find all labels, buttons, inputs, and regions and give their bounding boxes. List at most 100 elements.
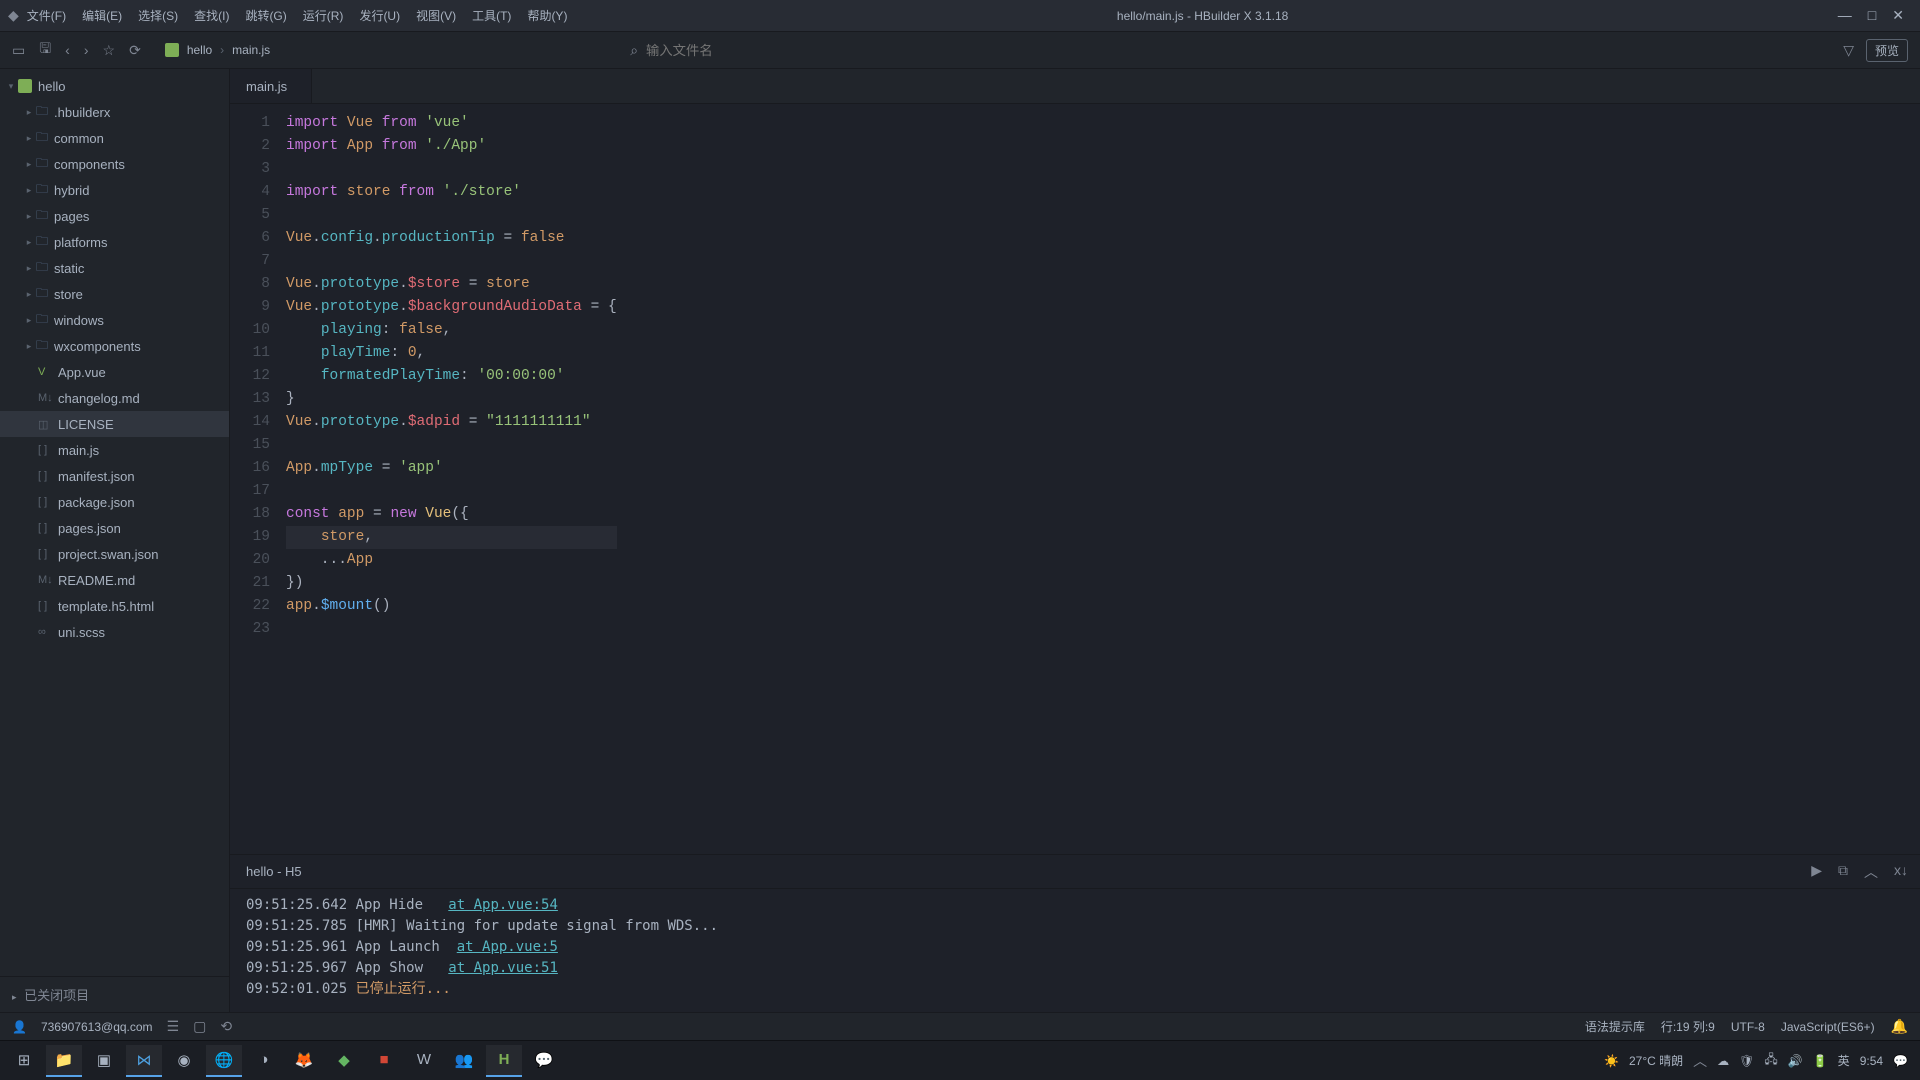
folder-hybrid[interactable]: ▸🗀hybrid [0, 177, 229, 203]
file-template.h5.html[interactable]: [ ]template.h5.html [0, 593, 229, 619]
app-chrome[interactable]: ◉ [166, 1045, 202, 1077]
app-firefox[interactable]: 🦊 [286, 1045, 322, 1077]
menu-select[interactable]: 选择(S) [130, 0, 186, 32]
menu-help[interactable]: 帮助(Y) [519, 0, 575, 32]
chevron-right-icon[interactable]: ▸ [22, 159, 36, 170]
menu-edit[interactable]: 编辑(E) [74, 0, 130, 32]
chevron-down-icon[interactable]: ▾ [4, 81, 18, 92]
folder-pages[interactable]: ▸🗀pages [0, 203, 229, 229]
app-red[interactable]: ■ [366, 1045, 402, 1077]
app-green[interactable]: ◆ [326, 1045, 362, 1077]
back-icon[interactable]: ‹ [65, 42, 70, 58]
minimize-button[interactable]: — [1838, 7, 1852, 24]
folder-.hbuilderx[interactable]: ▸🗀.hbuilderx [0, 99, 229, 125]
terminal-icon[interactable]: ▢ [193, 1018, 206, 1035]
user-email[interactable]: 736907613@qq.com [41, 1020, 153, 1034]
folder-store[interactable]: ▸🗀store [0, 281, 229, 307]
project-root[interactable]: ▾ hello [0, 73, 229, 99]
app-vscode[interactable]: ⋈ [126, 1045, 162, 1077]
folder-platforms[interactable]: ▸🗀platforms [0, 229, 229, 255]
app-terminal[interactable]: ▣ [86, 1045, 122, 1077]
app-word[interactable]: W [406, 1045, 442, 1077]
breadcrumb-root[interactable]: hello [187, 43, 212, 57]
file-manifest.json[interactable]: [ ]manifest.json [0, 463, 229, 489]
close-button[interactable]: ✕ [1892, 7, 1904, 24]
code-content[interactable]: import Vue from 'vue'import App from './… [286, 104, 617, 854]
closed-projects[interactable]: ▸ 已关闭项目 [0, 976, 229, 1012]
app-chat[interactable]: 💬 [526, 1045, 562, 1077]
network-icon[interactable]: 🖧 [1764, 1050, 1777, 1071]
user-icon[interactable]: 👤 [12, 1020, 27, 1034]
app-edge[interactable]: 🌐 [206, 1045, 242, 1077]
file-tree[interactable]: ▾ hello ▸🗀.hbuilderx▸🗀common▸🗀components… [0, 69, 229, 976]
chevron-right-icon[interactable]: ▸ [22, 237, 36, 248]
file-main.js[interactable]: [ ]main.js [0, 437, 229, 463]
encoding[interactable]: UTF-8 [1731, 1020, 1765, 1034]
console-link[interactable]: at App.vue:54 [448, 897, 558, 913]
bell-icon[interactable]: 🔔 [1891, 1018, 1908, 1035]
cursor-position[interactable]: 行:19 列:9 [1661, 1018, 1715, 1035]
file-App.vue[interactable]: VApp.vue [0, 359, 229, 385]
filter-icon[interactable]: ▽ [1843, 42, 1854, 59]
notifications-icon[interactable]: 💬 [1893, 1054, 1908, 1068]
play-icon[interactable]: ▶ [1811, 862, 1822, 882]
menu-run[interactable]: 运行(R) [295, 0, 352, 32]
chevron-right-icon[interactable]: ▸ [22, 185, 36, 196]
chevron-up-icon[interactable]: ︿ [1864, 862, 1878, 882]
menu-goto[interactable]: 跳转(G) [237, 0, 294, 32]
file-uni.scss[interactable]: ∞uni.scss [0, 619, 229, 645]
chevron-right-icon[interactable]: ▸ [22, 289, 36, 300]
app-steam[interactable]: ◑ [246, 1045, 282, 1077]
file-changelog.md[interactable]: M↓changelog.md [0, 385, 229, 411]
file-LICENSE[interactable]: ◫LICENSE [0, 411, 229, 437]
ime-indicator[interactable]: 英 [1838, 1052, 1850, 1069]
tab-main-js[interactable]: main.js [230, 69, 312, 103]
clock[interactable]: 9:54 [1860, 1054, 1883, 1068]
chevron-right-icon[interactable]: ▸ [22, 315, 36, 326]
folder-static[interactable]: ▸🗀static [0, 255, 229, 281]
search-input[interactable] [646, 43, 846, 58]
start-button[interactable]: ⊞ [6, 1045, 42, 1077]
app-teams[interactable]: 👥 [446, 1045, 482, 1077]
refresh-icon[interactable]: ⟳ [129, 42, 141, 59]
console-output[interactable]: 09:51:25.642 App Hide at App.vue:5409:51… [230, 889, 1920, 1012]
file-README.md[interactable]: M↓README.md [0, 567, 229, 593]
folder-wxcomponents[interactable]: ▸🗀wxcomponents [0, 333, 229, 359]
menu-file[interactable]: 文件(F) [19, 0, 74, 32]
language-mode[interactable]: JavaScript(ES6+) [1781, 1020, 1875, 1034]
menu-find[interactable]: 查找(I) [186, 0, 237, 32]
security-icon[interactable]: 🛡 [1739, 1054, 1754, 1068]
menu-view[interactable]: 视图(V) [408, 0, 464, 32]
sync-icon[interactable]: ⟲ [220, 1018, 232, 1035]
list-icon[interactable]: ☰ [167, 1018, 180, 1035]
file-project.swan.json[interactable]: [ ]project.swan.json [0, 541, 229, 567]
maximize-button[interactable]: □ [1868, 7, 1876, 24]
weather-text[interactable]: 27°C 晴朗 [1629, 1052, 1683, 1069]
chevron-right-icon[interactable]: ▸ [22, 107, 36, 118]
close-panel-icon[interactable]: x↓ [1894, 862, 1908, 882]
file-pages.json[interactable]: [ ]pages.json [0, 515, 229, 541]
chevron-right-icon[interactable]: ▸ [22, 341, 36, 352]
syntax-hint[interactable]: 语法提示库 [1585, 1018, 1645, 1035]
volume-icon[interactable]: 🔊 [1788, 1054, 1803, 1068]
menu-tools[interactable]: 工具(T) [464, 0, 519, 32]
folder-components[interactable]: ▸🗀components [0, 151, 229, 177]
onedrive-icon[interactable]: ☁ [1717, 1054, 1729, 1068]
star-icon[interactable]: ☆ [103, 42, 116, 59]
chevron-right-icon[interactable]: ▸ [22, 263, 36, 274]
preview-button[interactable]: 预览 [1866, 39, 1908, 62]
app-hbuilder[interactable]: H [486, 1045, 522, 1077]
file-explorer[interactable]: 📁 [46, 1045, 82, 1077]
save-icon[interactable]: 🖫 [39, 38, 51, 62]
file-package.json[interactable]: [ ]package.json [0, 489, 229, 515]
console-link[interactable]: at App.vue:51 [448, 960, 558, 976]
folder-windows[interactable]: ▸🗀windows [0, 307, 229, 333]
folder-common[interactable]: ▸🗀common [0, 125, 229, 151]
console-tab[interactable]: hello - H5 [242, 864, 306, 879]
chevron-right-icon[interactable]: ▸ [22, 211, 36, 222]
console-link[interactable]: at App.vue:5 [457, 939, 558, 955]
chevron-up-icon[interactable]: ︿ [1693, 1051, 1707, 1071]
battery-icon[interactable]: 🔋 [1813, 1054, 1828, 1068]
new-file-icon[interactable]: ▭ [12, 42, 25, 59]
breadcrumb-file[interactable]: main.js [232, 43, 270, 57]
